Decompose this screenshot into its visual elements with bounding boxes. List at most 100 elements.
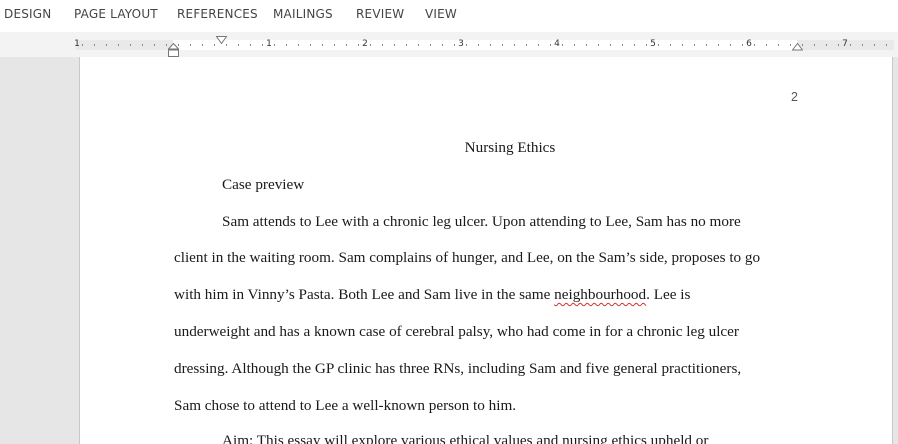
ruler-tick — [346, 44, 347, 46]
horizontal-ruler-area: 1 1 2 3 4 5 6 7 — [0, 32, 898, 57]
ruler-tick — [166, 44, 167, 46]
ruler-tick — [622, 44, 623, 46]
ruler-tick — [358, 44, 359, 46]
ruler-tick — [202, 44, 203, 46]
ruler-tick — [586, 44, 587, 46]
ruler-tick — [790, 44, 791, 46]
ruler-tick — [382, 44, 383, 46]
ruler-tick — [394, 44, 395, 46]
ruler-tick — [742, 44, 743, 46]
ruler-number: 4 — [554, 39, 560, 49]
ruler-tick — [226, 44, 227, 46]
tab-page-layout[interactable]: PAGE LAYOUT — [74, 7, 158, 21]
line-text: with him in Vinny’s Pasta. Both Lee and … — [174, 286, 555, 303]
ruler-tick — [154, 44, 155, 46]
paragraph-line: Sam attends to Lee with a chronic leg ul… — [222, 213, 741, 230]
ruler-tick — [454, 44, 455, 46]
ruler-tick — [658, 44, 659, 46]
ruler-tick — [478, 44, 479, 46]
ruler-tick — [190, 44, 191, 46]
ruler-tick — [466, 44, 467, 46]
ruler-tick — [610, 44, 611, 46]
ruler-tick — [262, 44, 263, 46]
ruler-number: 7 — [842, 39, 848, 49]
section-heading: Case preview — [222, 176, 305, 193]
ruler-tick — [646, 44, 647, 46]
ruler-tick — [634, 44, 635, 46]
ruler-tick — [730, 44, 731, 46]
ruler-tick — [574, 44, 575, 46]
ruler-tick — [238, 44, 239, 46]
ruler-tick — [130, 44, 131, 46]
ruler-tick — [814, 44, 815, 46]
ruler-tick — [694, 44, 695, 46]
ruler-tick — [430, 44, 431, 46]
ruler-tick — [874, 44, 875, 46]
ruler-tick — [718, 44, 719, 46]
right-indent-marker-icon[interactable] — [792, 43, 803, 51]
hanging-indent-marker-icon[interactable] — [168, 43, 179, 58]
ruler-tick — [562, 44, 563, 46]
paragraph-line: underweight and has a known case of cere… — [174, 323, 739, 340]
ruler-tick — [886, 44, 887, 46]
ruler-tick — [550, 44, 551, 46]
ruler-tick — [118, 44, 119, 46]
ruler-tick — [778, 44, 779, 46]
tab-mailings[interactable]: MAILINGS — [273, 7, 333, 21]
ruler-tick — [514, 44, 515, 46]
ruler-tick — [682, 44, 683, 46]
tab-review[interactable]: REVIEW — [356, 7, 404, 21]
ruler-tick — [274, 44, 275, 46]
ruler-tick — [370, 44, 371, 46]
paragraph-line: client in the waiting room. Sam complain… — [174, 249, 761, 266]
ruler-tick — [250, 44, 251, 46]
ruler-tick — [670, 44, 671, 46]
ruler-number: 1 — [266, 39, 272, 49]
ruler-tick — [598, 44, 599, 46]
ruler-tick — [418, 44, 419, 46]
tab-view[interactable]: VIEW — [425, 7, 457, 21]
ruler-tick — [322, 44, 323, 46]
ruler-tick — [526, 44, 527, 46]
document-canvas: 2 Nursing Ethics Case preview Sam attend… — [0, 57, 898, 444]
ruler-tick — [406, 44, 407, 46]
ruler-tick — [538, 44, 539, 46]
paragraph-line: with him in Vinny’s Pasta. Both Lee and … — [174, 286, 690, 304]
ruler-tick — [838, 44, 839, 46]
ruler-number: 6 — [746, 39, 752, 49]
first-line-indent-marker-icon[interactable] — [216, 36, 227, 44]
ruler-tick — [94, 44, 95, 46]
ruler-number: 2 — [362, 39, 368, 49]
ruler-tick — [442, 44, 443, 46]
ruler-tick — [214, 44, 215, 46]
ruler-number: 1 — [74, 39, 80, 49]
ruler-tick — [310, 44, 311, 46]
ruler-tick — [106, 44, 107, 46]
ruler-tick — [82, 44, 83, 46]
ruler-tick — [286, 44, 287, 46]
ruler-tick — [766, 44, 767, 46]
tab-design[interactable]: DESIGN — [4, 7, 51, 21]
page-number: 2 — [791, 90, 798, 104]
ruler-tick — [142, 44, 143, 46]
ruler-tick — [850, 44, 851, 46]
ruler-tick — [490, 44, 491, 46]
ruler-tick — [706, 44, 707, 46]
horizontal-ruler[interactable]: 1 1 2 3 4 5 6 7 — [74, 39, 894, 50]
line-text: . Lee is — [646, 286, 691, 303]
ribbon-tab-bar: DESIGN PAGE LAYOUT REFERENCES MAILINGS R… — [0, 0, 898, 32]
ruler-tick — [826, 44, 827, 46]
paragraph-line: Sam chose to attend to Lee a well-known … — [174, 397, 517, 414]
paragraph-line: Aim: This essay will explore various eth… — [222, 432, 709, 444]
ruler-number: 3 — [458, 39, 464, 49]
tab-references[interactable]: REFERENCES — [177, 7, 258, 21]
paragraph-line: dressing. Although the GP clinic has thr… — [174, 360, 742, 377]
ruler-tick — [754, 44, 755, 46]
ruler-number: 5 — [650, 39, 656, 49]
document-page[interactable]: 2 Nursing Ethics Case preview Sam attend… — [79, 57, 893, 444]
ruler-tick — [298, 44, 299, 46]
ruler-tick — [862, 44, 863, 46]
misspelled-word[interactable]: neighbourhood — [554, 286, 646, 303]
ruler-tick — [334, 44, 335, 46]
ruler-tick — [502, 44, 503, 46]
